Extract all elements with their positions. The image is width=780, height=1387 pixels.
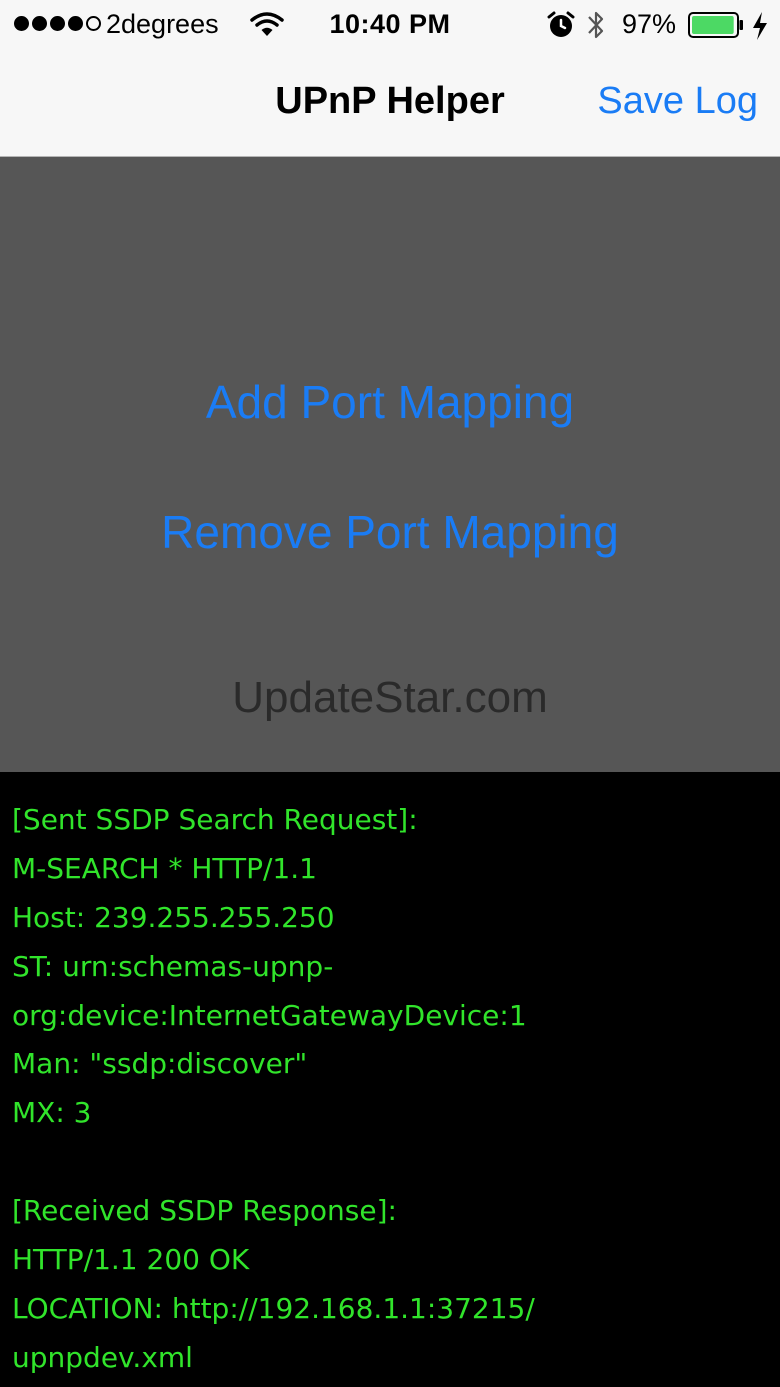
- app-screen: 2degrees 10:40 PM 97% UPnP Helper Save L…: [0, 0, 780, 1387]
- alarm-icon: [547, 11, 575, 37]
- navigation-bar: UPnP Helper Save Log: [0, 52, 780, 157]
- log-view[interactable]: [Sent SSDP Search Request]: M-SEARCH * HT…: [0, 772, 780, 1387]
- bluetooth-icon: [588, 11, 604, 39]
- log-line: ST: urn:schemas-upnp-: [12, 949, 334, 983]
- log-line: org:device:InternetGatewayDevice:1: [12, 998, 527, 1032]
- battery-icon: [688, 12, 743, 38]
- control-panel: Add Port Mapping Remove Port Mapping Upd…: [0, 157, 780, 772]
- log-line: MX: 3: [12, 1096, 92, 1130]
- log-line: LOCATION: http://192.168.1.1:37215/: [12, 1291, 535, 1325]
- remove-port-mapping-button[interactable]: Remove Port Mapping: [0, 505, 780, 559]
- log-line: HTTP/1.1 200 OK: [12, 1243, 250, 1277]
- battery-fill: [692, 16, 734, 34]
- log-line: upnpdev.xml: [12, 1340, 193, 1374]
- watermark: UpdateStar.com: [232, 673, 548, 722]
- charging-bolt-icon: [753, 12, 767, 40]
- log-line: [Sent SSDP Search Request]:: [12, 803, 418, 836]
- log-line: Man: "ssdp:discover": [12, 1047, 308, 1081]
- log-line: [Received SSDP Response]:: [12, 1194, 397, 1228]
- battery-percent: 97%: [622, 9, 677, 39]
- add-port-mapping-button[interactable]: Add Port Mapping: [0, 375, 780, 429]
- log-blank-line: [12, 1138, 768, 1187]
- save-log-button[interactable]: Save Log: [597, 80, 758, 123]
- log-line: M-SEARCH * HTTP/1.1: [12, 851, 317, 885]
- status-bar: 2degrees 10:40 PM 97%: [0, 0, 780, 52]
- log-line: Host: 239.255.255.250: [12, 900, 335, 934]
